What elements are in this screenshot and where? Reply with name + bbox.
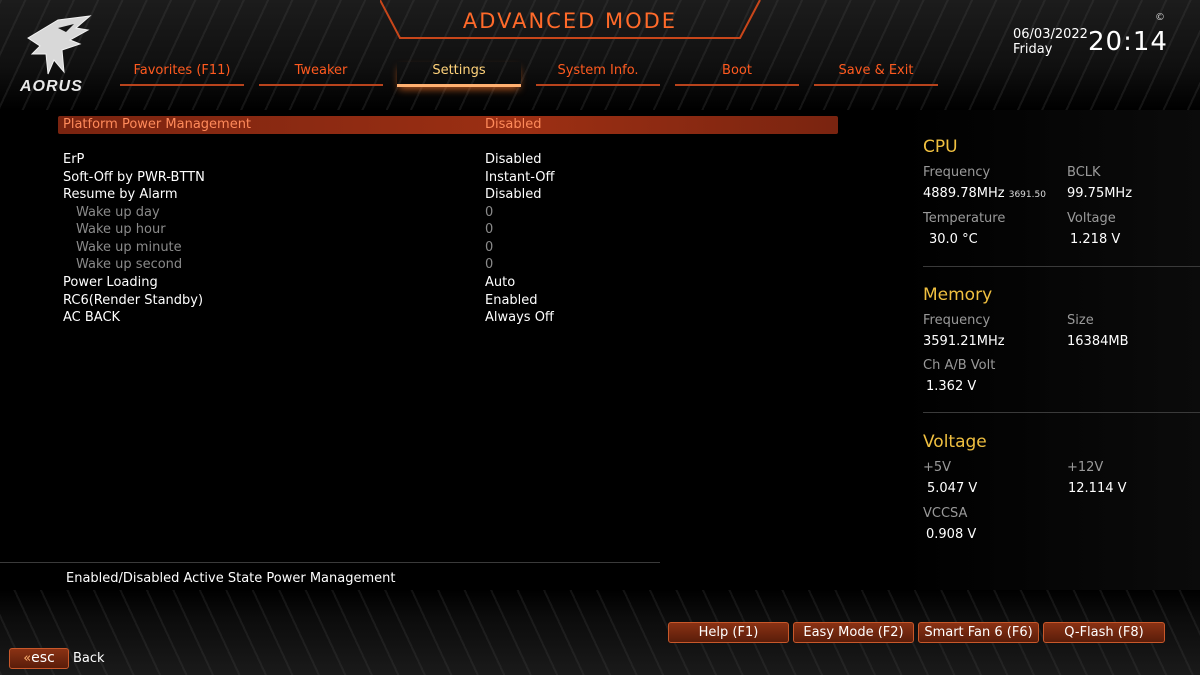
setting-label: ErP — [63, 152, 85, 167]
setting-value[interactable]: Instant-Off — [485, 169, 555, 187]
setting-row-wake-up-day: Wake up day 0 — [0, 204, 900, 222]
setting-label: Platform Power Management — [63, 117, 252, 132]
cpu-temperature-label: Temperature — [923, 211, 1006, 226]
setting-label: Soft-Off by PWR-BTTN — [63, 170, 205, 185]
voltage-12v-label: +12V — [1067, 460, 1104, 475]
memory-size-value: 16384MB — [1067, 334, 1129, 349]
day-text: Friday — [1013, 42, 1053, 57]
setting-row-wake-up-second: Wake up second 0 — [0, 256, 900, 274]
setting-row-resume-by-alarm[interactable]: Resume by Alarm Disabled — [0, 186, 900, 204]
back-label[interactable]: Back — [73, 651, 105, 666]
setting-row-power-loading[interactable]: Power Loading Auto — [0, 274, 900, 292]
esc-button[interactable]: «esc — [9, 648, 69, 669]
setting-row-platform-power-management[interactable]: Platform Power Management Disabled — [0, 116, 900, 134]
esc-label: esc — [31, 650, 55, 666]
setting-row-ac-back[interactable]: AC BACK Always Off — [0, 309, 900, 327]
date-display: 06/03/2022 Friday — [1013, 27, 1088, 57]
cpu-frequency-sub: 3691.50 — [1008, 190, 1046, 200]
tab-tweaker[interactable]: Tweaker — [259, 62, 383, 86]
setting-row-wake-up-minute: Wake up minute 0 — [0, 239, 900, 257]
help-button[interactable]: Help (F1) — [668, 622, 789, 643]
cpu-frequency-label: Frequency — [923, 165, 991, 180]
voltage-vccsa-label: VCCSA — [923, 506, 968, 521]
memory-size-label: Size — [1067, 313, 1094, 328]
chevron-left-icon: « — [23, 651, 32, 666]
q-flash-button[interactable]: Q-Flash (F8) — [1043, 622, 1165, 643]
setting-value: 0 — [485, 205, 494, 220]
aorus-logo-text: AORUS — [20, 78, 83, 95]
setting-label: Wake up second — [76, 257, 183, 272]
setting-value[interactable]: Disabled — [485, 116, 541, 134]
memory-section-title: Memory — [923, 285, 993, 305]
setting-label: Wake up minute — [76, 240, 182, 255]
cpu-voltage-label: Voltage — [1067, 211, 1116, 226]
setting-row-rc6[interactable]: RC6(Render Standby) Enabled — [0, 292, 900, 310]
setting-value[interactable]: Auto — [485, 274, 515, 292]
setting-value[interactable]: Always Off — [485, 309, 554, 327]
voltage-vccsa-value: 0.908 V — [926, 527, 977, 542]
voltage-5v-label: +5V — [923, 460, 952, 475]
tab-favorites[interactable]: Favorites (F11) — [120, 62, 244, 86]
title-banner: ADVANCED MODE — [380, 0, 810, 44]
voltage-section-title: Voltage — [923, 432, 987, 452]
memory-volt-value: 1.362 V — [926, 379, 977, 394]
setting-row-soft-off[interactable]: Soft-Off by PWR-BTTN Instant-Off — [0, 169, 900, 187]
voltage-12v-value: 12.114 V — [1068, 481, 1127, 496]
memory-frequency-value: 3591.21MHz — [923, 334, 1005, 349]
help-divider — [0, 562, 660, 563]
memory-volt-label: Ch A/B Volt — [923, 358, 996, 373]
cpu-section-title: CPU — [923, 137, 958, 157]
memory-frequency-label: Frequency — [923, 313, 991, 328]
setting-value: 0 — [485, 257, 494, 272]
tab-system-info[interactable]: System Info. — [536, 62, 660, 86]
date-text: 06/03/2022 — [1013, 27, 1088, 42]
cpu-frequency-main: 4889.78MHz — [923, 186, 1005, 201]
copyright-icon: © — [1155, 12, 1165, 23]
section-divider — [923, 266, 1200, 267]
section-divider — [923, 412, 1200, 413]
setting-value[interactable]: Disabled — [485, 151, 541, 169]
cpu-temperature-value: 30.0 °C — [929, 232, 978, 247]
setting-value[interactable]: Disabled — [485, 186, 541, 204]
cpu-frequency-value: 4889.78MHz 3691.50 — [923, 186, 1046, 201]
cpu-bclk-label: BCLK — [1067, 165, 1101, 180]
setting-label: Wake up day — [76, 205, 160, 220]
setting-label: AC BACK — [63, 310, 121, 325]
clock: 20:14 — [1088, 27, 1168, 57]
setting-value[interactable]: Enabled — [485, 292, 538, 310]
cpu-bclk-value: 99.75MHz — [1067, 186, 1133, 201]
setting-label: Power Loading — [63, 275, 158, 290]
smart-fan-button[interactable]: Smart Fan 6 (F6) — [918, 622, 1039, 643]
help-description: Enabled/Disabled Active State Power Mana… — [66, 571, 396, 586]
tab-settings[interactable]: Settings — [397, 62, 521, 87]
setting-label: Wake up hour — [76, 222, 166, 237]
tab-boot[interactable]: Boot — [675, 62, 799, 86]
setting-label: RC6(Render Standby) — [63, 293, 204, 308]
page-title: ADVANCED MODE — [462, 9, 678, 33]
setting-label: Resume by Alarm — [63, 187, 178, 202]
tab-save-exit[interactable]: Save & Exit — [814, 62, 938, 86]
setting-row-erp[interactable]: ErP Disabled — [0, 151, 900, 169]
cpu-voltage-value: 1.218 V — [1070, 232, 1121, 247]
easy-mode-button[interactable]: Easy Mode (F2) — [793, 622, 914, 643]
setting-value: 0 — [485, 222, 494, 237]
voltage-5v-value: 5.047 V — [927, 481, 978, 496]
setting-value: 0 — [485, 240, 494, 255]
setting-row-wake-up-hour: Wake up hour 0 — [0, 221, 900, 239]
